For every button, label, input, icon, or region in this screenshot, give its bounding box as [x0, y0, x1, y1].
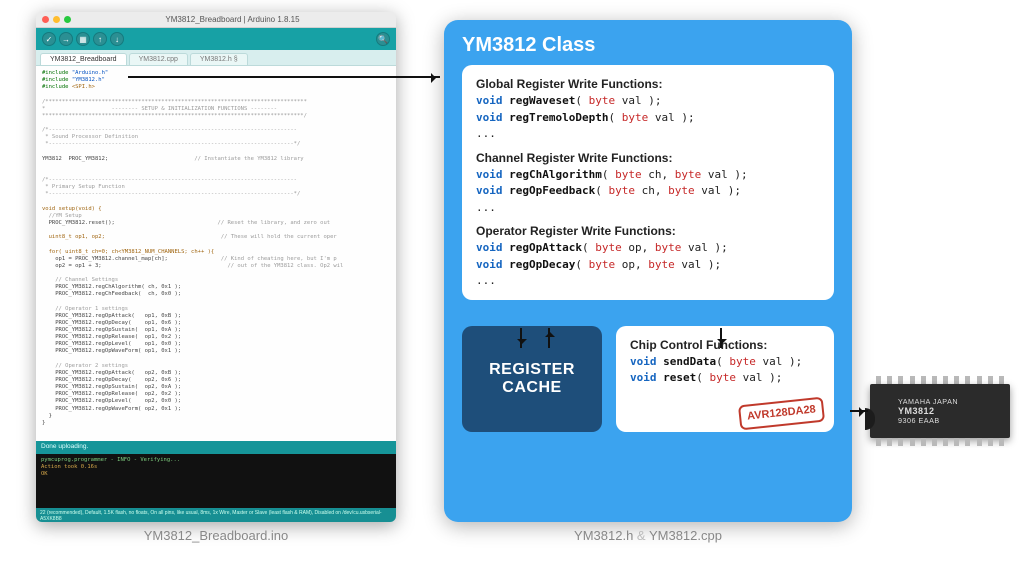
caption-ide-filename: YM3812_Breadboard.ino	[36, 528, 396, 543]
file-tabs: YM3812_Breadboard YM3812.cpp YM3812.h §	[36, 50, 396, 66]
register-functions-card: Global Register Write Functions: void re…	[462, 65, 834, 300]
arrow-code-to-class	[128, 76, 440, 78]
tab-cpp[interactable]: YM3812.cpp	[129, 53, 188, 65]
chip-brand: YAMAHA JAPAN	[898, 397, 1010, 406]
minimize-icon[interactable]	[53, 16, 60, 23]
fn-regtremolodepth: void regTremoloDepth( byte val );	[476, 110, 820, 127]
ym3812-chip: YAMAHA JAPAN YM3812 9306 EAAB	[870, 376, 1010, 446]
operator-header: Operator Register Write Functions:	[476, 222, 820, 240]
channel-header: Channel Register Write Functions:	[476, 149, 820, 167]
ide-toolbar: ✓ → ▦ ↑ ↓ 🔍	[36, 28, 396, 50]
fn-reset: void reset( byte val );	[630, 370, 820, 387]
global-header: Global Register Write Functions:	[476, 75, 820, 93]
new-button[interactable]: ▦	[76, 32, 90, 46]
serial-monitor-button[interactable]: 🔍	[376, 32, 390, 46]
mcu-stamp: AVR128DA28	[738, 397, 825, 430]
arrow-class-to-chip	[850, 410, 868, 412]
ellipsis: ...	[476, 200, 820, 217]
window-title: YM3812_Breadboard | Arduino 1.8.15	[75, 15, 390, 24]
save-button[interactable]: ↓	[110, 32, 124, 46]
chip-pins-bottom	[876, 438, 1004, 446]
upload-status: Done uploading.	[36, 441, 396, 454]
code-editor[interactable]: #include "Arduino.h" #include "YM3812.h"…	[36, 66, 396, 441]
arrow-cache-to-card-up	[548, 328, 550, 348]
open-button[interactable]: ↑	[93, 32, 107, 46]
ellipsis: ...	[476, 126, 820, 143]
chip-body: YAMAHA JAPAN YM3812 9306 EAAB	[870, 384, 1010, 438]
chip-part: YM3812	[898, 406, 1010, 416]
fn-regchalgorithm: void regChAlgorithm( byte ch, byte val )…	[476, 167, 820, 184]
chip-lot: 9306 EAAB	[898, 416, 1010, 425]
arrow-card-to-chipfn-down	[720, 328, 722, 348]
output-console[interactable]: pymcuprog.programmer - INFO - Verifying.…	[36, 454, 396, 508]
caption-class-files: YM3812.h & YM3812.cpp	[444, 528, 852, 543]
fn-senddata: void sendData( byte val );	[630, 354, 820, 371]
fn-regopfeedback: void regOpFeedback( byte ch, byte val );	[476, 183, 820, 200]
class-title: YM3812 Class	[462, 34, 834, 57]
close-icon[interactable]	[42, 16, 49, 23]
chip-pins-top	[876, 376, 1004, 384]
status-bar: 22 (recommended), Default, 1.5K flash, n…	[36, 508, 396, 522]
zoom-icon[interactable]	[64, 16, 71, 23]
ellipsis: ...	[476, 273, 820, 290]
window-titlebar: YM3812_Breadboard | Arduino 1.8.15	[36, 12, 396, 28]
tab-breadboard[interactable]: YM3812_Breadboard	[40, 53, 127, 65]
upload-button[interactable]: →	[59, 32, 73, 46]
class-panel: YM3812 Class Global Register Write Funct…	[444, 20, 852, 522]
tab-h[interactable]: YM3812.h §	[190, 53, 248, 65]
fn-regopdecay: void regOpDecay( byte op, byte val );	[476, 257, 820, 274]
fn-regopattack: void regOpAttack( byte op, byte val );	[476, 240, 820, 257]
register-cache-box: REGISTERCACHE	[462, 326, 602, 432]
arduino-ide-window: YM3812_Breadboard | Arduino 1.8.15 ✓ → ▦…	[36, 12, 396, 522]
arrow-card-to-cache-down	[520, 328, 522, 348]
verify-button[interactable]: ✓	[42, 32, 56, 46]
fn-regwaveset: void regWaveset( byte val );	[476, 93, 820, 110]
